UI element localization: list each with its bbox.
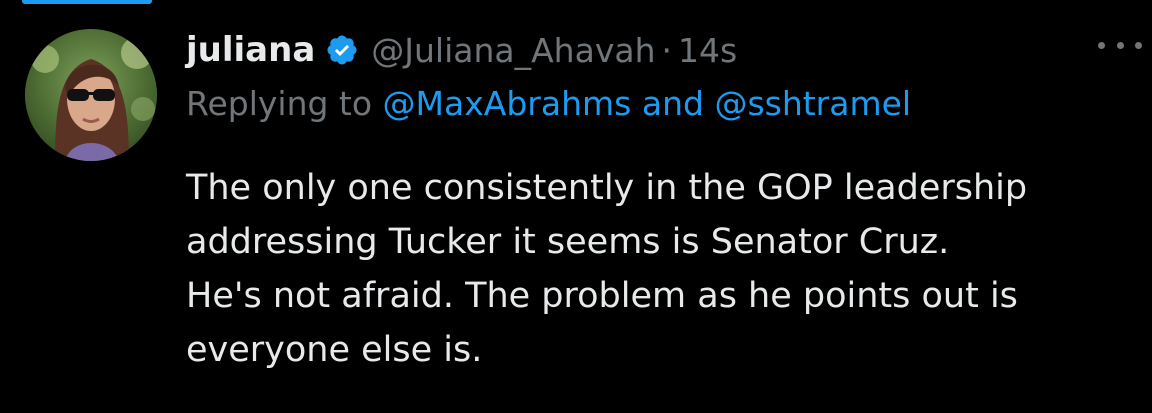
more-dot [1135,41,1142,49]
avatar[interactable] [25,29,157,161]
replying-to-line: Replying to @MaxAbrahms and @sshtramel [186,84,911,123]
tweet-text-line: He's not afraid. The problem as he point… [186,276,1018,316]
replying-to-label: Replying to [186,84,373,123]
mention-link[interactable]: @MaxAbrahms [383,84,632,123]
mention-link[interactable]: @sshtramel [714,84,911,123]
tweet-text-line: addressing Tucker it seems is Senator Cr… [186,222,950,262]
tweet-text: The only one consistently in the GOP lea… [186,161,1146,377]
display-name[interactable]: juliana [186,30,315,70]
more-dot [1116,41,1124,49]
more-options-icon[interactable] [1098,30,1142,60]
more-dot [1098,41,1105,49]
tweet-header: juliana @Juliana_Ahavah · 14s [186,22,737,78]
avatar-image [25,29,157,161]
mention-conjunction: and [641,84,704,123]
verified-badge-icon [325,33,359,67]
tweet[interactable]: juliana @Juliana_Ahavah · 14s Replying t… [0,0,1152,413]
timestamp[interactable]: 14s [678,31,737,70]
tweet-text-line: everyone else is. [186,330,483,370]
author-handle[interactable]: @Juliana_Ahavah [371,31,655,70]
tweet-text-line: The only one consistently in the GOP lea… [186,168,1028,208]
separator-dot: · [661,30,673,70]
